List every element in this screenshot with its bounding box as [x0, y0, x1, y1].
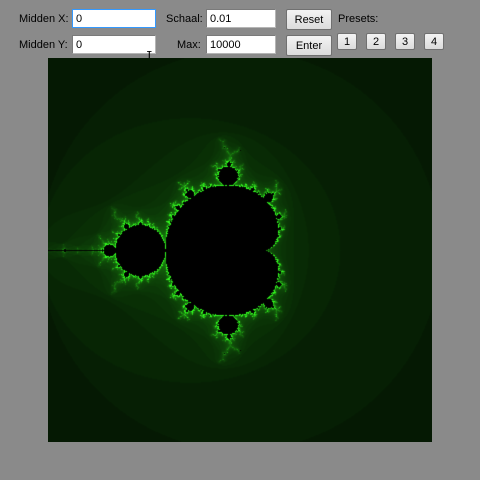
midden-x-input[interactable]: [72, 9, 156, 28]
preset-4-button[interactable]: 4: [424, 33, 444, 50]
schaal-input[interactable]: [206, 9, 276, 28]
reset-button[interactable]: Reset: [286, 9, 332, 30]
preset-2-button[interactable]: 2: [366, 33, 386, 50]
max-label: Max:: [177, 39, 201, 51]
midden-x-label: Midden X:: [19, 13, 69, 25]
enter-button[interactable]: Enter: [286, 35, 332, 56]
schaal-label: Schaal:: [166, 13, 203, 25]
preset-3-button[interactable]: 3: [395, 33, 415, 50]
midden-y-label: Midden Y:: [19, 39, 68, 51]
mandelbrot-window: Midden X: Midden Y: Schaal: Max: Reset E…: [0, 0, 480, 480]
mandelbrot-render[interactable]: [48, 58, 432, 442]
midden-y-input[interactable]: [72, 35, 156, 54]
fractal-canvas[interactable]: [48, 58, 432, 442]
presets-label: Presets:: [338, 13, 379, 25]
max-input[interactable]: [206, 35, 276, 54]
preset-1-button[interactable]: 1: [337, 33, 357, 50]
